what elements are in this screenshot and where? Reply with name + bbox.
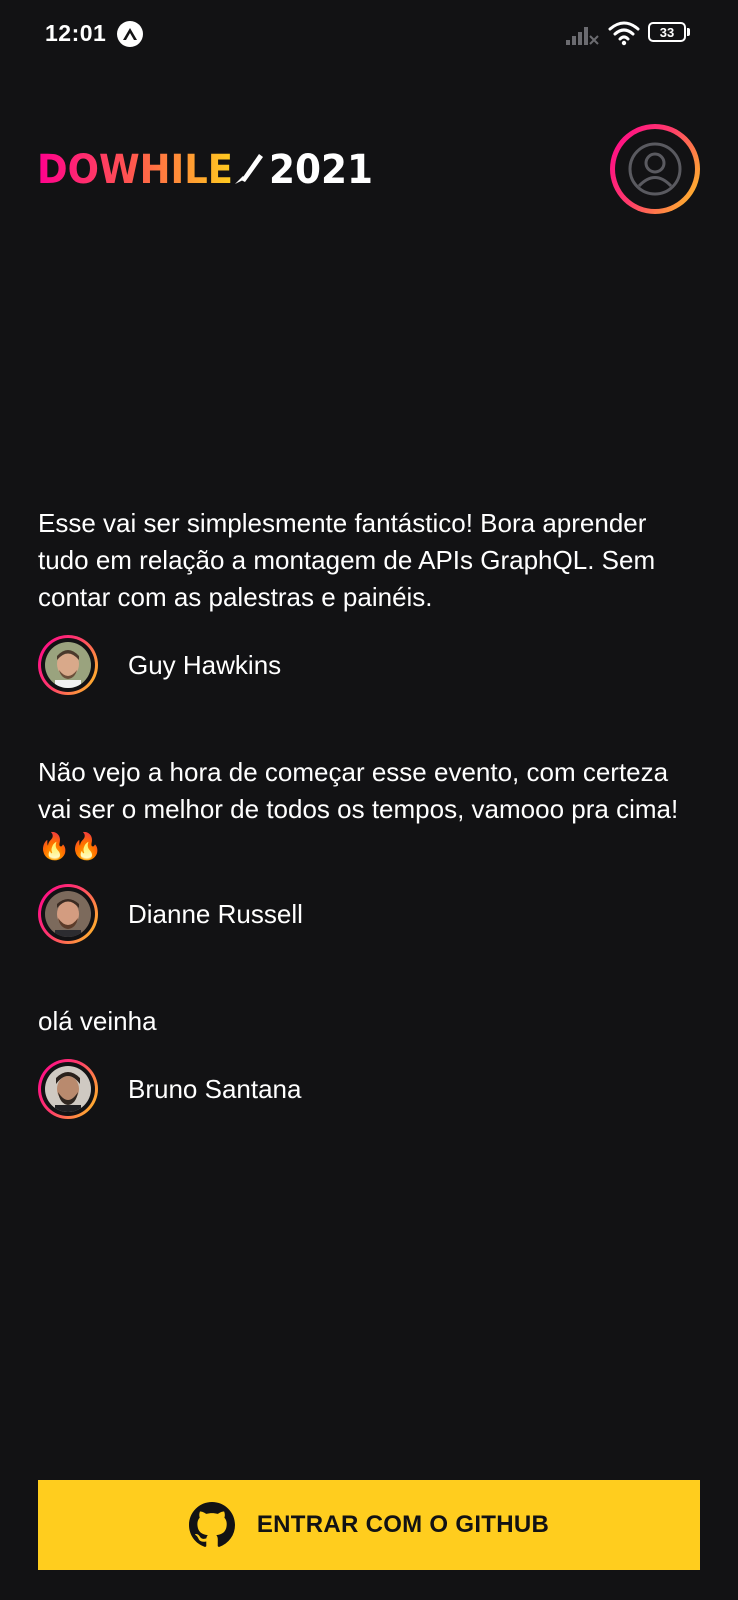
author-name: Bruno Santana (128, 1073, 302, 1104)
author-name: Dianne Russell (128, 898, 303, 929)
message-author: Bruno Santana (38, 1058, 698, 1120)
author-photo (45, 891, 91, 937)
profile-avatar (615, 129, 695, 209)
message-list: Esse vai ser simplesmente fantástico! Bo… (38, 505, 698, 1178)
author-avatar (38, 884, 98, 944)
status-bar: 12:01 33 (0, 0, 738, 70)
signin-github-button[interactable]: ENTRAR COM O GITHUB (38, 1480, 700, 1570)
profile-button[interactable] (610, 124, 700, 214)
user-circle-icon (628, 142, 682, 196)
status-time: 12:01 (45, 20, 107, 46)
github-icon (188, 1502, 235, 1547)
signal-bars-icon (566, 27, 599, 45)
message-text: Não vejo a hora de começar esse evento, … (38, 757, 679, 861)
author-avatar (38, 635, 98, 695)
message-item: Não vejo a hora de começar esse evento, … (38, 754, 698, 945)
message-author: Guy Hawkins (38, 634, 698, 696)
author-avatar (38, 1059, 98, 1119)
battery-level: 33 (659, 24, 675, 40)
battery-indicator: 33 (648, 22, 690, 44)
logo-year: 2021 (269, 147, 373, 188)
logo-dowhile-text: DOWHILE (37, 147, 233, 188)
message-author: Dianne Russell (38, 883, 698, 945)
message-text: Esse vai ser simplesmente fantástico! Bo… (38, 508, 656, 612)
dowhile-logo: DOWHILE 2021 (37, 147, 373, 188)
message-item: Esse vai ser simplesmente fantástico! Bo… (38, 505, 698, 696)
message-text: olá veinha (38, 1006, 157, 1036)
expo-icon (117, 21, 143, 47)
wifi-icon (608, 21, 640, 46)
message-item: olá veinha Bruno Santana (38, 1003, 698, 1120)
author-photo (45, 1066, 91, 1112)
rocket-icon (235, 154, 263, 184)
author-name: Guy Hawkins (128, 649, 282, 680)
author-photo (45, 642, 91, 688)
signin-label: ENTRAR COM O GITHUB (256, 1511, 550, 1538)
